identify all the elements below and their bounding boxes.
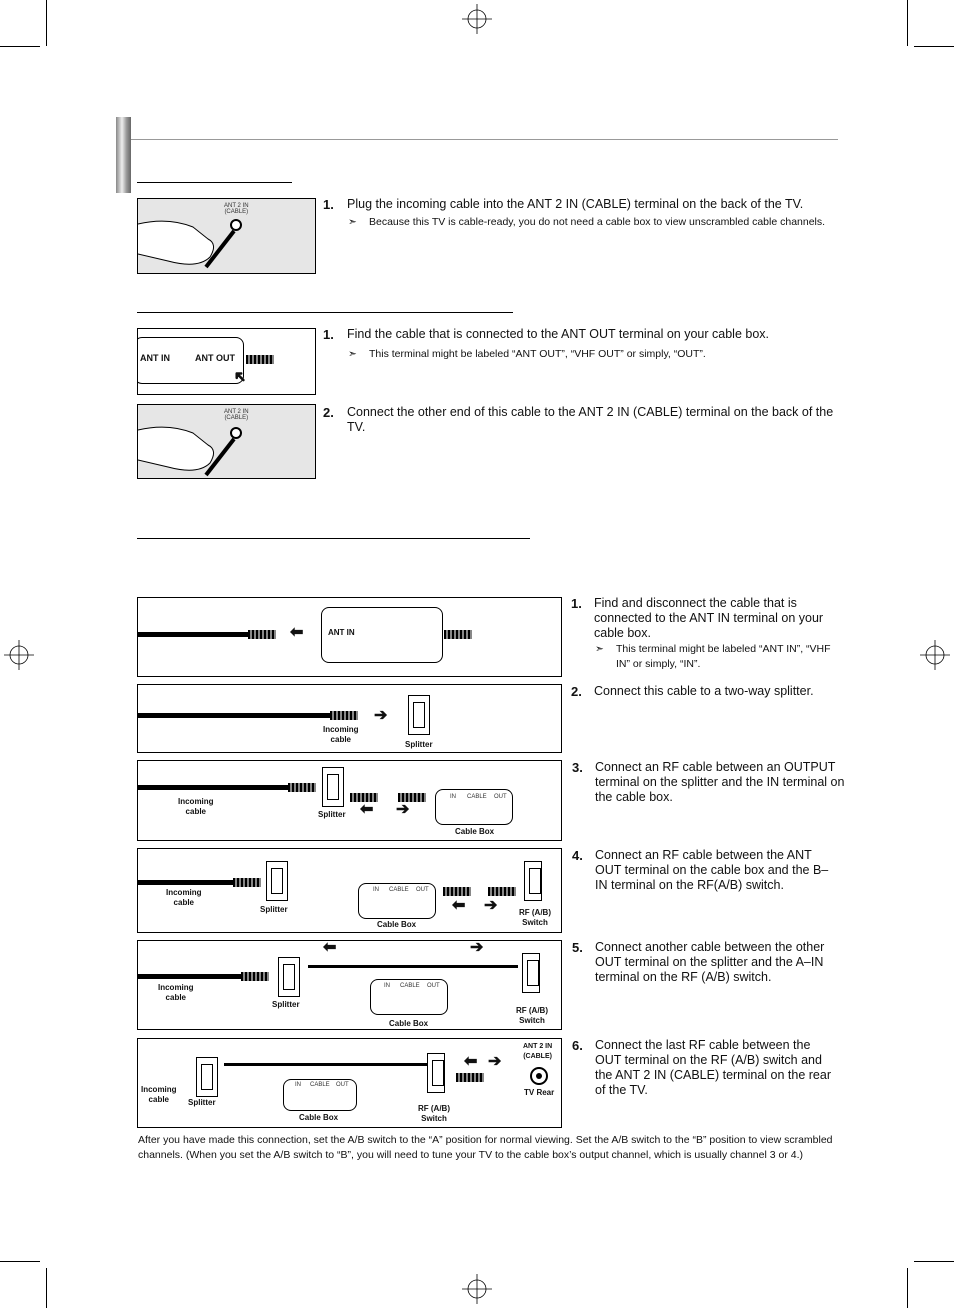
registration-mark-icon: [462, 1274, 492, 1304]
arrow-left-icon: ⬅: [464, 1053, 478, 1070]
box-in-label: IN: [450, 794, 456, 800]
cable-box-label: Cable Box: [455, 827, 495, 836]
box-in-label: IN: [384, 983, 390, 989]
arrow-left-icon: ⬅: [360, 801, 374, 818]
box-out-label: OUT: [494, 794, 507, 800]
step-text: Plug the incoming cable into the ANT 2 I…: [347, 197, 804, 211]
arrow-left-icon: ⬅: [323, 940, 337, 956]
ant2-in-label: ANT 2 IN (CABLE): [523, 1043, 553, 1060]
arrowhead-note-icon: ➣: [348, 348, 357, 360]
arrow-left-icon: ⬅: [290, 624, 304, 641]
arrowhead-note-icon: ➣: [595, 643, 604, 655]
tv-rear-label: TV Rear: [524, 1088, 555, 1097]
step-text: Connect the last RF cable between the OU…: [595, 1038, 831, 1097]
splitter-label: Splitter: [188, 1098, 216, 1107]
step-text: Connect an RF cable between the ANT OUT …: [595, 848, 829, 892]
step-number: 6.: [572, 1038, 583, 1053]
step-text: Connect the other end of this cable to t…: [347, 405, 834, 434]
section-underline: [137, 312, 513, 313]
splitter-label: Splitter: [405, 740, 433, 749]
coax-port-icon: [530, 1067, 548, 1085]
step-number: 1.: [323, 327, 334, 342]
ant-in-label: ANT IN: [140, 353, 170, 363]
step-number: 2.: [571, 684, 582, 699]
cable-box-label: Cable Box: [299, 1113, 339, 1122]
figure-cable-box-ant-out: ANT IN ANT OUT ➜: [137, 328, 316, 395]
box-cable-label: CABLE: [400, 983, 420, 989]
section-underline: [137, 538, 530, 539]
crop-mark: [914, 1261, 954, 1262]
crop-mark: [0, 1261, 40, 1262]
step-text: Find the cable that is connected to the …: [347, 327, 769, 341]
arrowhead-note-icon: ➣: [348, 216, 357, 228]
incoming-cable-label: Incoming cable: [166, 888, 202, 907]
figure-plug-cable: ANT 2 IN (CABLE): [137, 404, 316, 479]
step-text: Find and disconnect the cable that is co…: [594, 596, 824, 640]
arrow-right-icon: ➔: [470, 940, 484, 956]
figure-plug-cable: ANT 2 IN (CABLE): [137, 198, 316, 274]
header-accent-bar: [116, 117, 131, 193]
step-note: Because this TV is cable-ready, you do n…: [369, 216, 826, 228]
box-out-label: OUT: [336, 1082, 349, 1088]
ant-out-label: ANT OUT: [195, 353, 235, 363]
arrow-left-icon: ⬅: [452, 897, 466, 914]
arrow-right-icon: ➔: [484, 897, 498, 914]
manual-page: ANT 2 IN (CABLE) 1. Plug the incoming ca…: [0, 0, 954, 1308]
splitter-label: Splitter: [318, 810, 346, 819]
registration-mark-icon: [4, 640, 34, 670]
registration-mark-icon: [462, 4, 492, 34]
section-underline: [137, 182, 292, 183]
step-note: This terminal might be labeled “ANT IN”,…: [616, 643, 831, 670]
step-text: Connect an RF cable between an OUTPUT te…: [595, 760, 845, 804]
box-cable-label: CABLE: [389, 887, 409, 893]
hand-plugging-cable-illustration: [138, 219, 242, 269]
incoming-cable-label: Incoming cable: [323, 725, 359, 744]
footer-note: After you have made this connection, set…: [138, 1134, 833, 1161]
figure-cable-box-to-rf-switch: Incoming cable Splitter IN CABLE OUT Cab…: [137, 848, 562, 933]
incoming-cable-label: Incoming cable: [141, 1085, 177, 1104]
ant-in-label: ANT IN: [328, 628, 355, 637]
figure-splitter-to-rf-switch: ⬅ ➔ Incoming cable Splitter IN CABLE OUT…: [137, 940, 562, 1030]
step-number: 3.: [572, 760, 583, 775]
box-in-label: IN: [295, 1082, 301, 1088]
figure-rf-switch-to-tv: Incoming cable Splitter IN CABLE OUT Cab…: [137, 1038, 562, 1128]
crop-mark: [0, 46, 40, 47]
figure-disconnect-ant-in: ⬅ ANT IN: [137, 597, 562, 677]
step-number: 2.: [323, 405, 334, 420]
header-rule: [131, 139, 838, 140]
step-number: 1.: [571, 596, 582, 611]
rf-switch-label: RF (A/B) Switch: [516, 1006, 548, 1025]
registration-mark-icon: [920, 640, 950, 670]
arrow-right-icon: ➔: [488, 1053, 502, 1070]
hand-plugging-cable-illustration: [138, 426, 242, 477]
rf-switch-label: RF (A/B) Switch: [519, 908, 551, 927]
crop-mark: [907, 0, 908, 46]
figure-splitter-to-cable-box: Incoming cable Splitter ⬅ ➔ IN CABLE OUT…: [137, 760, 562, 841]
arrow-right-icon: ➔: [374, 707, 388, 724]
incoming-cable-label: Incoming cable: [178, 797, 214, 816]
crop-mark: [46, 1268, 47, 1308]
crop-mark: [907, 1268, 908, 1308]
cable-box-label: Cable Box: [389, 1019, 429, 1028]
splitter-label: Splitter: [272, 1000, 300, 1009]
cable-box-label: Cable Box: [377, 920, 417, 929]
crop-mark: [46, 0, 47, 46]
incoming-cable-label: Incoming cable: [158, 983, 194, 1002]
step-text: Connect this cable to a two-way splitter…: [594, 684, 814, 698]
box-out-label: OUT: [416, 887, 429, 893]
step-note: This terminal might be labeled “ANT OUT”…: [369, 348, 706, 360]
arrow-right-icon: ➔: [396, 801, 410, 818]
rf-switch-label: RF (A/B) Switch: [418, 1104, 450, 1123]
box-out-label: OUT: [427, 983, 440, 989]
step-number: 5.: [572, 940, 583, 955]
crop-mark: [914, 46, 954, 47]
splitter-label: Splitter: [260, 905, 288, 914]
step-number: 4.: [572, 848, 583, 863]
box-cable-label: CABLE: [467, 794, 487, 800]
step-number: 1.: [323, 197, 334, 212]
figure-connect-splitter: Incoming cable ➔ Splitter: [137, 684, 562, 753]
step-text: Connect another cable between the other …: [595, 940, 825, 984]
box-cable-label: CABLE: [310, 1082, 330, 1088]
box-in-label: IN: [373, 887, 379, 893]
